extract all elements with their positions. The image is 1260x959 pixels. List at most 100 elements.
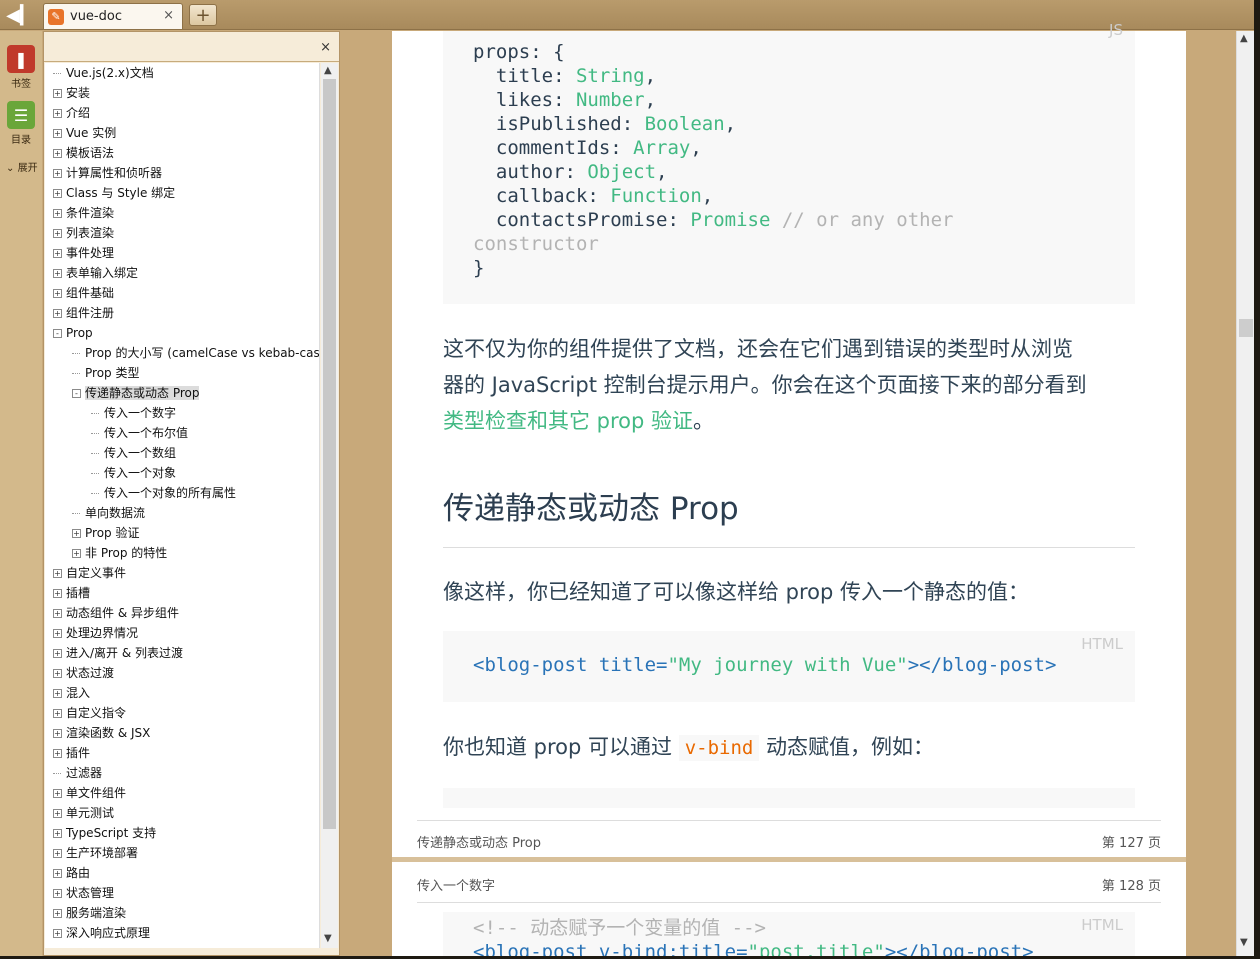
close-icon[interactable]: × (320, 40, 331, 55)
expand-icon[interactable]: + (53, 869, 62, 878)
toc-item[interactable]: + 条件渲染 (53, 203, 114, 223)
expand-icon[interactable]: + (53, 929, 62, 938)
expand-icon[interactable]: + (53, 689, 62, 698)
collapse-icon[interactable]: - (53, 329, 62, 338)
toc-item[interactable]: 传入一个对象 (91, 463, 176, 483)
tab-vue-doc[interactable]: ✎ vue-doc × (43, 3, 183, 29)
expand-button[interactable]: ⌄ 展开 (6, 159, 38, 174)
document-scroll-thumb[interactable] (1239, 319, 1253, 337)
expand-icon[interactable]: + (53, 269, 62, 278)
toc-item[interactable]: + 安装 (53, 83, 90, 103)
expand-icon[interactable]: + (53, 829, 62, 838)
toc-item[interactable]: + Vue 实例 (53, 123, 116, 143)
expand-icon[interactable]: + (53, 669, 62, 678)
toc-item[interactable]: + 模板语法 (53, 143, 114, 163)
toc-item[interactable]: + 事件处理 (53, 243, 114, 263)
code-tag-close: ></blog-post> (884, 941, 1034, 956)
toc-item[interactable]: + TypeScript 支持 (53, 823, 156, 843)
scroll-down-icon[interactable]: ▼ (1240, 937, 1248, 948)
expand-icon[interactable]: + (53, 849, 62, 858)
collapse-icon[interactable]: - (72, 389, 81, 398)
toc-item[interactable]: Prop 的大小写 (camelCase vs kebab-cas (72, 343, 319, 363)
toc-item[interactable]: 单向数据流 (72, 503, 145, 523)
toc-item[interactable]: + 状态过渡 (53, 663, 114, 683)
scroll-up-icon[interactable]: ▲ (324, 65, 332, 76)
expand-icon[interactable]: + (53, 189, 62, 198)
toc-item[interactable]: 传入一个数组 (91, 443, 176, 463)
bookmark-button[interactable]: ❚ 书签 (4, 45, 38, 90)
expand-icon[interactable]: + (53, 709, 62, 718)
toc-item[interactable]: - 传递静态或动态 Prop (72, 383, 200, 403)
expand-icon[interactable]: + (53, 209, 62, 218)
toc-item[interactable]: + 列表渲染 (53, 223, 114, 243)
expand-icon[interactable]: + (53, 569, 62, 578)
toc-item[interactable]: + 组件注册 (53, 303, 114, 323)
expand-icon[interactable]: + (53, 229, 62, 238)
toc-item[interactable]: - Prop (53, 323, 93, 343)
toc-item[interactable]: + 路由 (53, 863, 90, 883)
toc-item[interactable]: + 服务端渲染 (53, 903, 126, 923)
toc-item[interactable]: + 单文件组件 (53, 783, 126, 803)
toc-item[interactable]: + 插件 (53, 743, 90, 763)
expand-icon[interactable]: + (72, 529, 81, 538)
type-check-link[interactable]: 类型检查和其它 prop 验证 (443, 409, 693, 433)
expand-icon[interactable]: + (53, 609, 62, 618)
expand-icon[interactable]: + (72, 549, 81, 558)
toc-item[interactable]: + 动态组件 & 异步组件 (53, 603, 179, 623)
toc-item[interactable]: + 计算属性和侦听器 (53, 163, 162, 183)
toc-item[interactable]: + 自定义事件 (53, 563, 126, 583)
toc-item[interactable]: + 插槽 (53, 583, 90, 603)
toc-scrollbar[interactable]: ▲ ▼ (321, 63, 338, 948)
toc-item[interactable]: + 自定义指令 (53, 703, 126, 723)
toc-item[interactable]: + 非 Prop 的特性 (72, 543, 167, 563)
tab-close-icon[interactable]: × (163, 8, 174, 23)
toc-item[interactable]: + 混入 (53, 683, 90, 703)
scroll-down-icon[interactable]: ▼ (324, 933, 332, 944)
expand-icon[interactable]: + (53, 109, 62, 118)
toc-item[interactable]: Prop 类型 (72, 363, 139, 383)
expand-icon[interactable]: + (53, 889, 62, 898)
toc-item[interactable]: + 进入/离开 & 列表过渡 (53, 643, 183, 663)
expand-icon[interactable]: + (53, 649, 62, 658)
expand-icon[interactable]: + (53, 629, 62, 638)
toc-item[interactable]: + 单元测试 (53, 803, 114, 823)
toc-item[interactable]: + 处理边界情况 (53, 623, 138, 643)
toc-item[interactable]: 过滤器 (53, 763, 102, 783)
toc-item[interactable]: + Prop 验证 (72, 523, 139, 543)
expand-icon[interactable]: + (53, 289, 62, 298)
code-tag: <blog-post v-bind:title= (473, 941, 748, 956)
expand-icon[interactable]: + (53, 249, 62, 258)
toc-item[interactable]: Vue.js(2.x)文档 (53, 63, 154, 83)
paragraph-2: 像这样，你已经知道了可以像这样给 prop 传入一个静态的值： (443, 580, 1030, 604)
expand-icon[interactable]: + (53, 149, 62, 158)
toc-item[interactable]: + 深入响应式原理 (53, 923, 150, 943)
toc-scroll-thumb[interactable] (323, 79, 336, 829)
expand-icon[interactable]: + (53, 129, 62, 138)
scroll-up-icon[interactable]: ▲ (1240, 33, 1248, 44)
toc-item[interactable]: 传入一个对象的所有属性 (91, 483, 236, 503)
expand-icon[interactable]: + (53, 589, 62, 598)
expand-icon[interactable]: + (53, 89, 62, 98)
expand-icon[interactable]: + (53, 809, 62, 818)
toc-item[interactable]: 传入一个数字 (91, 403, 176, 423)
toc-item[interactable]: + 表单输入绑定 (53, 263, 138, 283)
expand-icon[interactable]: + (53, 789, 62, 798)
back-icon[interactable]: ◀▎ (4, 3, 36, 27)
toc-item[interactable]: + 介绍 (53, 103, 90, 123)
toc-item[interactable]: + 组件基础 (53, 283, 114, 303)
document-scrollbar[interactable]: ▲ ▼ (1236, 31, 1254, 956)
code-key: likes: (473, 89, 576, 111)
new-tab-button[interactable]: + (189, 4, 217, 26)
toc-button[interactable]: ☰ 目录 (4, 101, 38, 146)
expand-icon[interactable]: + (53, 729, 62, 738)
toc-item[interactable]: + 渲染函数 & JSX (53, 723, 150, 743)
toc-item[interactable]: + Class 与 Style 绑定 (53, 183, 175, 203)
toc-item[interactable]: + 状态管理 (53, 883, 114, 903)
expand-icon[interactable]: + (53, 749, 62, 758)
expand-icon[interactable]: + (53, 909, 62, 918)
expand-icon[interactable]: + (53, 169, 62, 178)
code-block-html-2: HTML <!-- 动态赋予一个变量的值 --> <blog-post v-bi… (443, 912, 1135, 956)
toc-item[interactable]: 传入一个布尔值 (91, 423, 188, 443)
expand-icon[interactable]: + (53, 309, 62, 318)
toc-item[interactable]: + 生产环境部署 (53, 843, 138, 863)
